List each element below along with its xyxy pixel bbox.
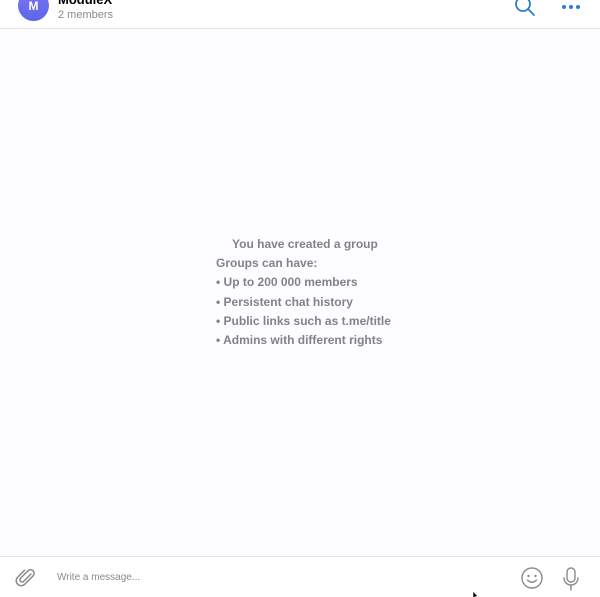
emoji-icon [521,567,543,589]
chat-title[interactable]: ModuleX [58,0,112,8]
message-composer [0,556,600,597]
group-avatar[interactable]: M [18,0,49,21]
search-icon [515,0,535,16]
feature-item: • Public links such as t.me/title [216,313,391,328]
microphone-icon [563,567,579,591]
feature-item: • Admins with different rights [216,333,383,348]
search-button[interactable] [512,0,538,16]
more-options-button[interactable] [558,0,584,17]
chat-header: M ModuleX 2 members [0,0,600,29]
more-dots-icon [562,5,580,9]
paperclip-icon [15,569,35,587]
emoji-button[interactable] [520,566,544,590]
telegram-chat-window: M ModuleX 2 members You have created a g… [0,0,600,597]
service-intro: Groups can have: [216,256,318,271]
service-title: You have created a group [232,237,378,251]
message-input[interactable] [57,568,497,586]
group-created-service-message: You have created a group Groups can have… [216,235,456,350]
feature-item: • Up to 200 000 members [216,275,358,290]
mouse-cursor-icon [472,590,479,597]
voice-message-button[interactable] [560,566,582,592]
feature-item: • Persistent chat history [216,294,353,309]
attach-button[interactable] [14,566,38,590]
message-area[interactable]: You have created a group Groups can have… [0,29,600,556]
member-count: 2 members [58,9,114,21]
